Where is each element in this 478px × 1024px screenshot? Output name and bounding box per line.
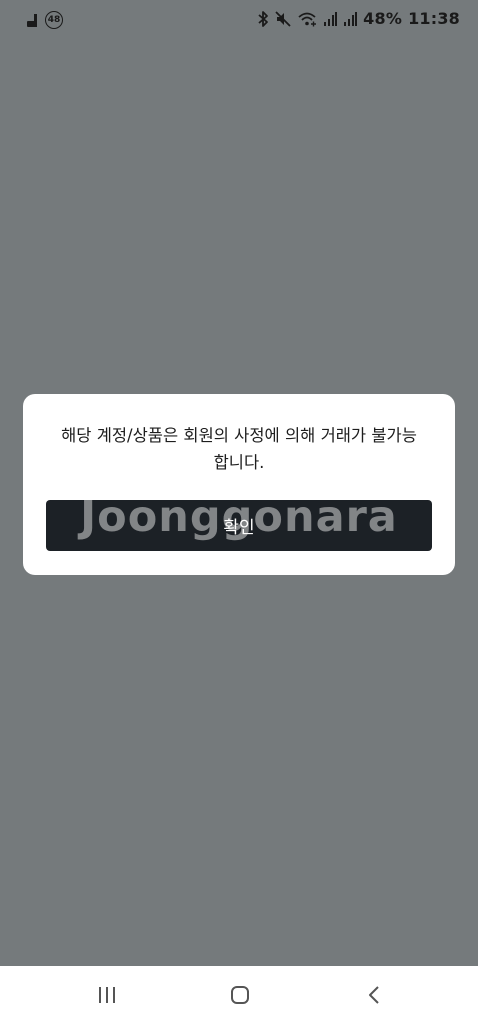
app-notification-icon <box>27 13 37 27</box>
mute-icon <box>275 10 291 28</box>
alert-dialog: 해당 계정/상품은 회원의 사정에 의해 거래가 불가능 합니다. 확인 <box>23 394 455 575</box>
navigation-bar <box>0 966 478 1024</box>
recent-apps-button[interactable] <box>87 980 127 1010</box>
recent-apps-icon <box>99 987 115 1003</box>
dialog-message-line-2: 합니다. <box>213 453 265 472</box>
badge-48-icon: 48 <box>45 11 63 29</box>
dialog-message-line-1: 해당 계정/상품은 회원의 사정에 의해 거래가 불가능 <box>61 426 417 445</box>
status-bar: 48 48% 11:38 <box>0 0 478 40</box>
battery-percent: 48% <box>363 9 403 28</box>
dialog-message: 해당 계정/상품은 회원의 사정에 의해 거래가 불가능 합니다. <box>39 422 439 476</box>
status-left: 48 <box>27 11 63 29</box>
status-right: 48% 11:38 <box>257 9 460 28</box>
signal-icon <box>323 11 338 27</box>
back-button[interactable] <box>354 980 394 1010</box>
back-icon <box>369 986 379 1004</box>
home-button[interactable] <box>220 980 260 1010</box>
confirm-button[interactable]: 확인 <box>46 500 432 551</box>
wifi-icon <box>297 10 317 28</box>
clock: 11:38 <box>408 9 460 28</box>
bluetooth-icon <box>257 10 269 28</box>
signal-icon <box>343 11 358 27</box>
confirm-button-label: 확인 <box>223 518 255 538</box>
home-icon <box>231 986 249 1004</box>
